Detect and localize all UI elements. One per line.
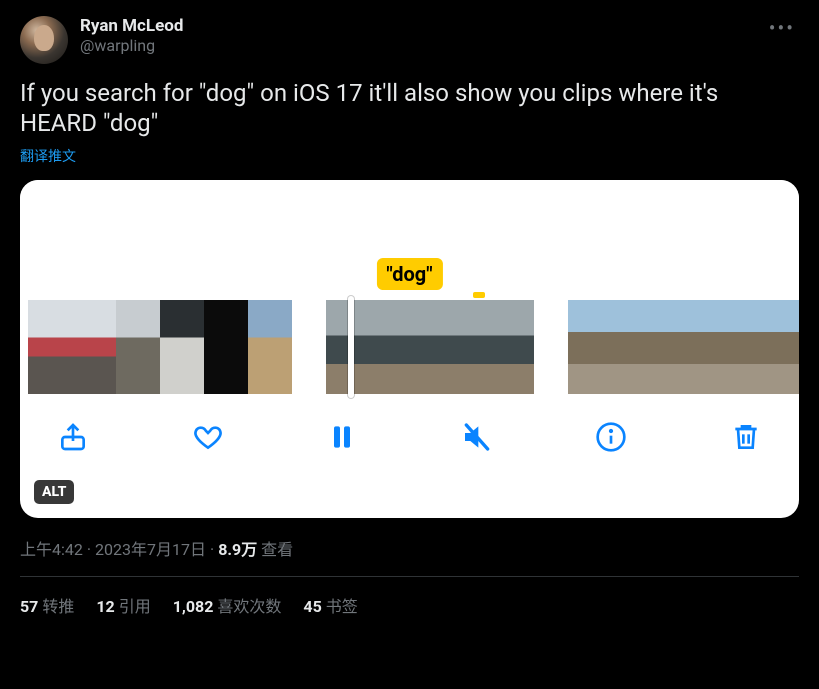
clip-thumb [648, 300, 688, 394]
clip-thumb [768, 300, 799, 394]
clip-group-3[interactable] [568, 300, 799, 394]
posted-time[interactable]: 上午4:42 [20, 540, 83, 559]
handle: @warpling [80, 36, 765, 56]
search-marker [473, 292, 485, 298]
retweets[interactable]: 57转推 [20, 593, 74, 617]
playhead[interactable] [348, 296, 354, 398]
media-white-area: "dog" [20, 180, 799, 300]
stats-row: 57转推 12引用 1,082喜欢次数 45书签 [20, 577, 799, 617]
media-toolbar [20, 394, 799, 454]
clip-thumb [728, 300, 768, 394]
clip-timeline[interactable] [20, 300, 799, 394]
clip-group-2[interactable] [326, 300, 534, 394]
author-block[interactable]: Ryan McLeod @warpling [80, 16, 765, 56]
views-label: 查看 [261, 540, 293, 559]
clip-group-1[interactable] [28, 300, 292, 394]
clip-thumb [430, 300, 482, 394]
info-icon[interactable] [594, 420, 628, 454]
clip-thumb [160, 300, 204, 394]
quotes[interactable]: 12引用 [96, 593, 150, 617]
clip-thumb [204, 300, 248, 394]
avatar[interactable] [20, 16, 68, 64]
clip-thumb [72, 300, 116, 394]
display-name: Ryan McLeod [80, 16, 765, 36]
media-card[interactable]: "dog" [20, 180, 799, 518]
tweet-header: Ryan McLeod @warpling ••• [20, 16, 799, 64]
meta-row: 上午4:42·2023年7月17日·8.9万 查看 [20, 536, 799, 560]
heart-icon[interactable] [191, 420, 225, 454]
alt-badge[interactable]: ALT [34, 480, 74, 504]
likes[interactable]: 1,082喜欢次数 [173, 593, 282, 617]
clip-thumb [482, 300, 534, 394]
trash-icon[interactable] [729, 420, 763, 454]
translate-link[interactable]: 翻译推文 [20, 146, 76, 166]
views-count[interactable]: 8.9万 [218, 540, 257, 559]
tweet-container: Ryan McLeod @warpling ••• If you search … [0, 0, 819, 617]
clip-thumb [608, 300, 648, 394]
pause-icon[interactable] [325, 420, 359, 454]
clip-thumb [378, 300, 430, 394]
posted-date[interactable]: 2023年7月17日 [95, 540, 206, 559]
clip-thumb [116, 300, 160, 394]
clip-thumb [568, 300, 608, 394]
search-chip: "dog" [376, 258, 442, 290]
tweet-text: If you search for "dog" on iOS 17 it'll … [20, 78, 799, 138]
clip-thumb [28, 300, 72, 394]
clip-thumb [688, 300, 728, 394]
bookmarks[interactable]: 45书签 [303, 593, 357, 617]
clip-thumb [248, 300, 292, 394]
more-menu-icon[interactable]: ••• [765, 16, 799, 40]
mute-icon[interactable] [460, 420, 494, 454]
share-icon[interactable] [56, 420, 90, 454]
